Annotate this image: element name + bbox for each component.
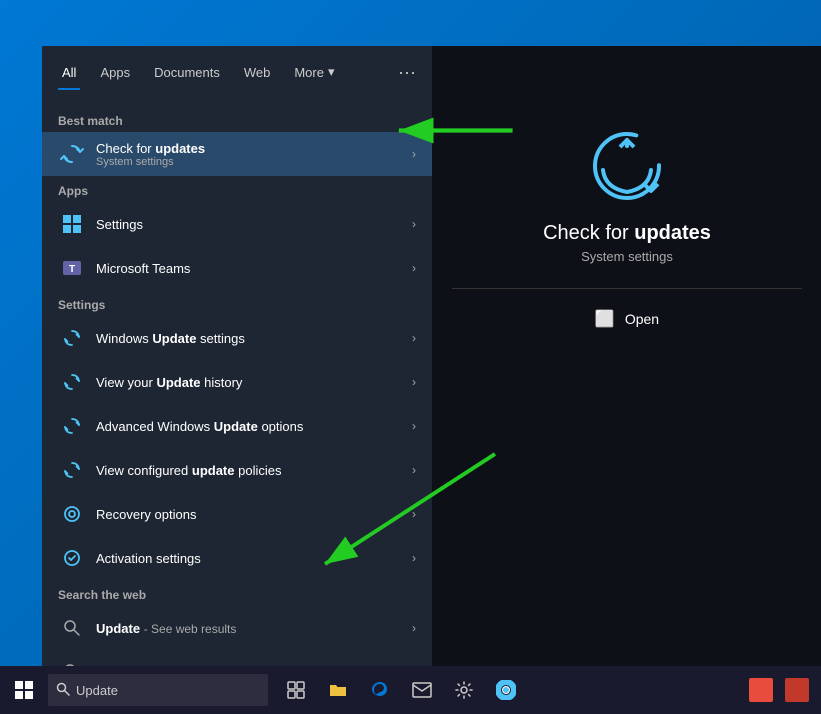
result-check-updates-text: Check for updates System settings xyxy=(96,141,408,168)
result-settings-text: Settings xyxy=(96,217,408,232)
settings-taskbar-icon[interactable] xyxy=(444,666,484,714)
web-edge-arrow: › xyxy=(412,665,416,666)
advanced-update-arrow: › xyxy=(412,419,416,433)
taskbar-icons xyxy=(276,666,526,714)
arrow-diagonal xyxy=(285,444,505,584)
web-edge-title: update microsoft edge xyxy=(96,665,408,667)
tab-all[interactable]: All xyxy=(50,57,88,88)
advanced-update-icon xyxy=(58,412,86,440)
win-update-settings-arrow: › xyxy=(412,331,416,345)
right-panel-subtitle: System settings xyxy=(581,249,673,264)
file-explorer-icon[interactable] xyxy=(318,666,358,714)
result-update-history[interactable]: View your Update history › xyxy=(42,360,432,404)
section-apps: Apps xyxy=(42,176,432,202)
result-teams-title: Microsoft Teams xyxy=(96,261,408,276)
more-chevron: ▾ xyxy=(328,64,335,80)
taskbar-right xyxy=(745,674,821,706)
tray-icon-1[interactable] xyxy=(745,674,777,706)
svg-text:T: T xyxy=(69,264,75,275)
divider xyxy=(452,288,802,289)
result-web-update[interactable]: Update - See web results › xyxy=(42,606,432,650)
section-best-match: Best match xyxy=(42,106,432,132)
arrow-horizontal xyxy=(388,108,518,153)
menu-tabs: All Apps Documents Web More ▾ ··· xyxy=(42,46,432,98)
settings-arrow: › xyxy=(412,217,416,231)
result-check-updates[interactable]: Check for updates System settings › xyxy=(42,132,432,176)
open-label: Open xyxy=(625,311,659,327)
taskbar-search-text: Update xyxy=(76,683,118,698)
update-icon xyxy=(58,140,86,168)
start-button[interactable] xyxy=(0,666,48,714)
color-box-1[interactable] xyxy=(749,678,773,702)
desktop: Check for updates System settings ⬜ Open… xyxy=(0,0,821,714)
update-history-icon xyxy=(58,368,86,396)
update-large-icon xyxy=(587,126,667,206)
web-update-arrow: › xyxy=(412,621,416,635)
result-web-edge[interactable]: update microsoft edge › xyxy=(42,650,432,666)
result-check-updates-title: Check for updates xyxy=(96,141,408,156)
advanced-update-title: Advanced Windows Update options xyxy=(96,419,408,434)
teams-arrow: › xyxy=(412,261,416,275)
update-history-text: View your Update history xyxy=(96,375,408,390)
settings-icon xyxy=(58,210,86,238)
result-settings-title: Settings xyxy=(96,217,408,232)
recovery-icon xyxy=(58,500,86,528)
tab-web[interactable]: Web xyxy=(232,57,283,88)
win-update-settings-icon xyxy=(58,324,86,352)
web-search-icon-2 xyxy=(58,658,86,666)
chrome-icon[interactable] xyxy=(486,666,526,714)
taskbar-search-icon xyxy=(56,682,70,699)
update-history-arrow: › xyxy=(412,375,416,389)
section-settings: Settings xyxy=(42,290,432,316)
activation-icon xyxy=(58,544,86,572)
result-teams[interactable]: T Microsoft Teams › xyxy=(42,246,432,290)
win-update-settings-text: Windows Update settings xyxy=(96,331,408,346)
menu-more-dots[interactable]: ··· xyxy=(390,58,424,87)
result-windows-update-settings[interactable]: Windows Update settings › xyxy=(42,316,432,360)
advanced-update-text: Advanced Windows Update options xyxy=(96,419,408,434)
tab-more[interactable]: More ▾ xyxy=(282,56,346,88)
update-policies-icon xyxy=(58,456,86,484)
taskbar-search-box[interactable]: Update xyxy=(48,674,268,706)
taskbar: Update xyxy=(0,666,821,714)
teams-icon: T xyxy=(58,254,86,282)
task-view-icon[interactable] xyxy=(276,666,316,714)
edge-icon[interactable] xyxy=(360,666,400,714)
open-icon: ⬜ xyxy=(595,309,615,329)
web-update-text: Update - See web results xyxy=(96,621,408,636)
tab-documents[interactable]: Documents xyxy=(142,57,232,88)
color-box-2[interactable] xyxy=(785,678,809,702)
open-action[interactable]: ⬜ Open xyxy=(595,305,659,333)
result-advanced-update[interactable]: Advanced Windows Update options › xyxy=(42,404,432,448)
right-panel-title: Check for updates xyxy=(543,222,711,245)
tray-icon-2[interactable] xyxy=(781,674,813,706)
web-update-title: Update - See web results xyxy=(96,621,408,636)
web-edge-text: update microsoft edge xyxy=(96,665,408,667)
tab-apps[interactable]: Apps xyxy=(88,57,142,88)
update-history-title: View your Update history xyxy=(96,375,408,390)
win-update-settings-title: Windows Update settings xyxy=(96,331,408,346)
result-teams-text: Microsoft Teams xyxy=(96,261,408,276)
windows-logo xyxy=(15,681,33,699)
web-search-icon-1 xyxy=(58,614,86,642)
result-check-updates-subtitle: System settings xyxy=(96,156,408,168)
mail-icon[interactable] xyxy=(402,666,442,714)
result-settings[interactable]: Settings › xyxy=(42,202,432,246)
